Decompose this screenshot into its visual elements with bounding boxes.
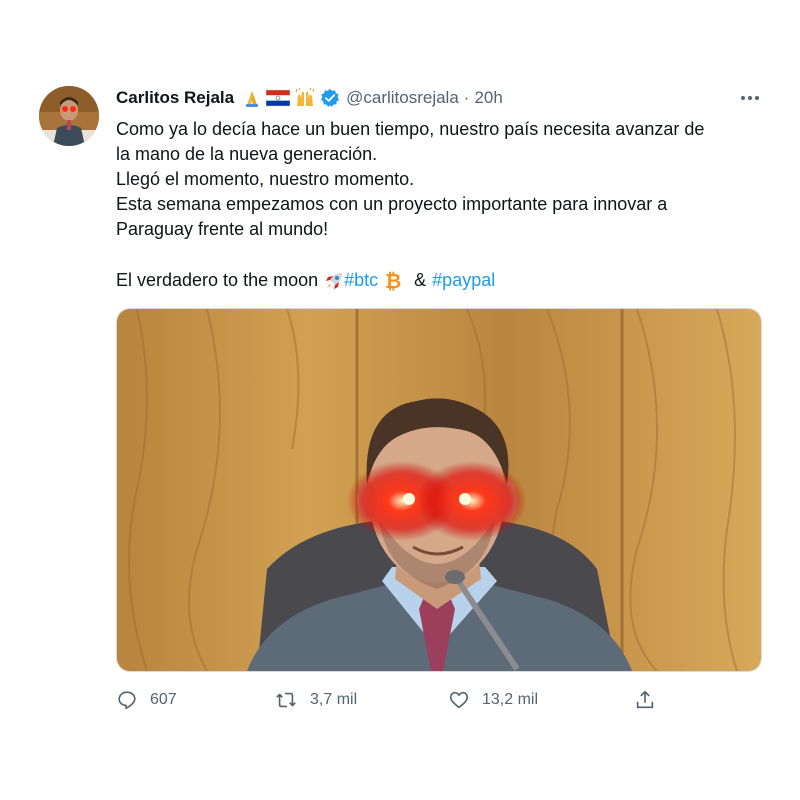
- bitcoin-emoji: ₿: [384, 271, 402, 291]
- more-icon[interactable]: [738, 86, 762, 110]
- text-line: Esta semana empezamos con un proyecto im…: [116, 194, 668, 214]
- text-line: Como ya lo decía hace un buen tiempo, nu…: [116, 119, 705, 139]
- tweet-header: Carlitos Rejala @carlitosrejala · 20h: [116, 86, 503, 110]
- avatar[interactable]: [39, 86, 99, 146]
- tweet-actions: 607 3,7 mil 13,2 mil: [116, 688, 676, 712]
- share-icon: [636, 690, 654, 709]
- like-count: 13,2 mil: [482, 691, 539, 708]
- text-line: El verdadero to the moon: [116, 270, 319, 290]
- share-button[interactable]: [634, 688, 656, 712]
- verified-icon[interactable]: [320, 88, 340, 108]
- tweet-image[interactable]: [116, 308, 762, 672]
- text-line: Paraguay frente al mundo!: [116, 219, 329, 239]
- separator-dot: ·: [463, 88, 470, 107]
- rocket-emoji: [324, 271, 344, 291]
- retweet-button[interactable]: 3,7 mil: [274, 688, 357, 712]
- like-button[interactable]: 13,2 mil: [448, 688, 538, 712]
- like-icon: [449, 691, 469, 709]
- retweet-icon: [276, 692, 296, 708]
- folded-hands-emoji: [242, 88, 262, 108]
- text-line: la mano de la nueva generación.: [116, 144, 378, 164]
- reply-button[interactable]: 607: [116, 688, 177, 712]
- hashtag-paypal[interactable]: #paypal: [432, 268, 495, 293]
- raised-hands-emoji: [294, 88, 316, 108]
- author-handle[interactable]: @carlitosrejala: [346, 88, 459, 108]
- svg-text:₿: ₿: [385, 271, 401, 291]
- ampersand: &: [414, 270, 427, 290]
- text-line: Llegó el momento, nuestro momento.: [116, 169, 415, 189]
- author-name[interactable]: Carlitos Rejala: [116, 88, 234, 108]
- retweet-count: 3,7 mil: [310, 691, 358, 708]
- tweet-timestamp[interactable]: 20h: [474, 88, 502, 108]
- tweet-text: Como ya lo decía hace un buen tiempo, nu…: [116, 117, 766, 293]
- reply-count: 607: [150, 691, 177, 708]
- reply-icon: [118, 691, 136, 710]
- paraguay-flag-emoji: [266, 89, 291, 107]
- hashtag-btc[interactable]: #btc: [344, 268, 378, 293]
